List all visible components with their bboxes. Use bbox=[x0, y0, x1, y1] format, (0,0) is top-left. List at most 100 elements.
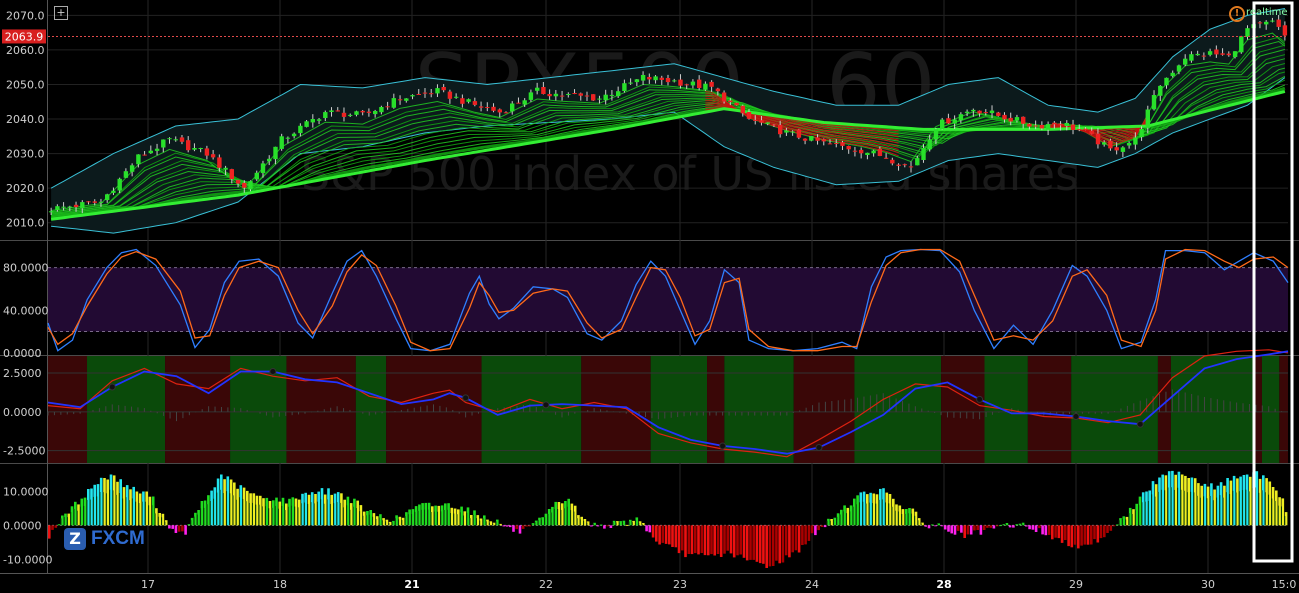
candle-body bbox=[1126, 143, 1132, 146]
candle-body bbox=[242, 182, 247, 188]
candle-body bbox=[952, 119, 957, 124]
momentum-bar bbox=[778, 525, 781, 564]
candle-body bbox=[1245, 28, 1250, 37]
x-tick-label: 22 bbox=[539, 578, 553, 591]
candle-body bbox=[279, 136, 284, 149]
candle-body bbox=[466, 99, 471, 102]
momentum-bar bbox=[700, 525, 704, 553]
candle-body bbox=[765, 122, 770, 124]
candle-body bbox=[129, 165, 135, 172]
candle-body bbox=[821, 139, 826, 142]
momentum-bar bbox=[781, 525, 785, 563]
candle-body bbox=[447, 91, 453, 99]
momentum-bar bbox=[1070, 525, 1074, 548]
momentum-bar bbox=[181, 525, 184, 532]
regime-shade bbox=[165, 356, 231, 463]
candle-body bbox=[92, 201, 97, 203]
momentum-bar bbox=[525, 525, 528, 527]
candle-body bbox=[1058, 124, 1063, 126]
candle-body bbox=[366, 111, 372, 113]
candle-body bbox=[298, 125, 303, 134]
momentum-bar bbox=[1080, 525, 1083, 546]
crossover-dot bbox=[1072, 412, 1080, 420]
momentum-bar bbox=[804, 525, 807, 545]
candle-body bbox=[167, 138, 172, 140]
candle-body bbox=[721, 92, 727, 102]
candle-body bbox=[1133, 137, 1138, 145]
candle-body bbox=[485, 107, 490, 108]
candle-body bbox=[329, 110, 334, 112]
candle-body bbox=[846, 146, 851, 150]
candle-body bbox=[690, 81, 696, 86]
candle-body bbox=[1220, 53, 1225, 55]
crossover-dot bbox=[108, 383, 116, 391]
momentum-bar bbox=[1025, 525, 1028, 527]
candle-body bbox=[1064, 123, 1069, 126]
candle-body bbox=[1170, 72, 1175, 77]
momentum-bar bbox=[687, 525, 691, 554]
candle-body bbox=[55, 206, 60, 210]
candle-body bbox=[335, 110, 340, 112]
candle-body bbox=[161, 139, 166, 148]
candle-body bbox=[640, 75, 646, 81]
candle-body bbox=[136, 154, 141, 165]
momentum-bar bbox=[823, 525, 827, 528]
momentum-bar bbox=[512, 525, 515, 532]
candle-body bbox=[179, 137, 185, 142]
momentum-bar bbox=[713, 525, 716, 556]
candle-body bbox=[559, 95, 565, 97]
momentum-bar bbox=[1038, 525, 1041, 529]
regime-shade bbox=[355, 356, 387, 463]
candle-body bbox=[628, 82, 633, 84]
candle-body bbox=[1021, 116, 1026, 124]
candle-body bbox=[454, 96, 459, 98]
candle-body bbox=[1052, 122, 1057, 125]
momentum-bar bbox=[791, 525, 794, 553]
candle-body bbox=[859, 149, 864, 154]
candle-body bbox=[1120, 147, 1126, 152]
momentum-bar bbox=[1012, 525, 1015, 528]
candle-body bbox=[304, 121, 309, 127]
candle-body bbox=[834, 143, 839, 144]
candle-body bbox=[1276, 19, 1281, 27]
momentum-bar bbox=[788, 525, 791, 558]
candle-body bbox=[890, 159, 895, 164]
candle-body bbox=[1232, 51, 1238, 57]
momentum-bar bbox=[1054, 525, 1057, 538]
momentum-bar bbox=[1090, 525, 1093, 545]
momentum-bar bbox=[794, 525, 798, 551]
candle-body bbox=[996, 112, 1001, 116]
candle-body bbox=[672, 80, 677, 82]
momentum-bar bbox=[658, 525, 661, 545]
momentum-bar bbox=[973, 525, 976, 531]
candle-body bbox=[117, 178, 122, 191]
candle-body bbox=[902, 164, 907, 166]
candle-body bbox=[186, 140, 191, 151]
momentum-bar bbox=[1112, 525, 1116, 527]
candle-body bbox=[435, 88, 440, 94]
momentum-bar bbox=[755, 525, 759, 562]
candle-body bbox=[1201, 55, 1207, 57]
crosshair-button[interactable]: + bbox=[54, 6, 68, 20]
fxcm-logo-text: FXCM bbox=[91, 528, 145, 549]
candle-body bbox=[111, 190, 116, 193]
momentum-bar bbox=[1044, 525, 1048, 536]
momentum-bar bbox=[966, 525, 970, 535]
momentum-bar bbox=[1047, 525, 1051, 535]
candle-body bbox=[67, 206, 72, 208]
candle-body bbox=[80, 202, 85, 209]
alert-icon[interactable]: ! bbox=[1229, 6, 1245, 22]
momentum-bar bbox=[502, 525, 506, 527]
candle-body bbox=[883, 157, 889, 159]
candle-body bbox=[404, 98, 409, 101]
candle-body bbox=[871, 150, 876, 154]
x-tick-label: 28 bbox=[936, 578, 951, 591]
regime-shade bbox=[481, 356, 582, 463]
momentum-bar bbox=[729, 525, 733, 554]
candle-body bbox=[173, 139, 178, 141]
momentum-bar bbox=[677, 525, 681, 554]
y-tick-label: 2060.0 bbox=[6, 44, 45, 57]
candle-body bbox=[815, 137, 820, 141]
candle-body bbox=[553, 93, 559, 97]
regime-shade bbox=[1279, 356, 1288, 463]
